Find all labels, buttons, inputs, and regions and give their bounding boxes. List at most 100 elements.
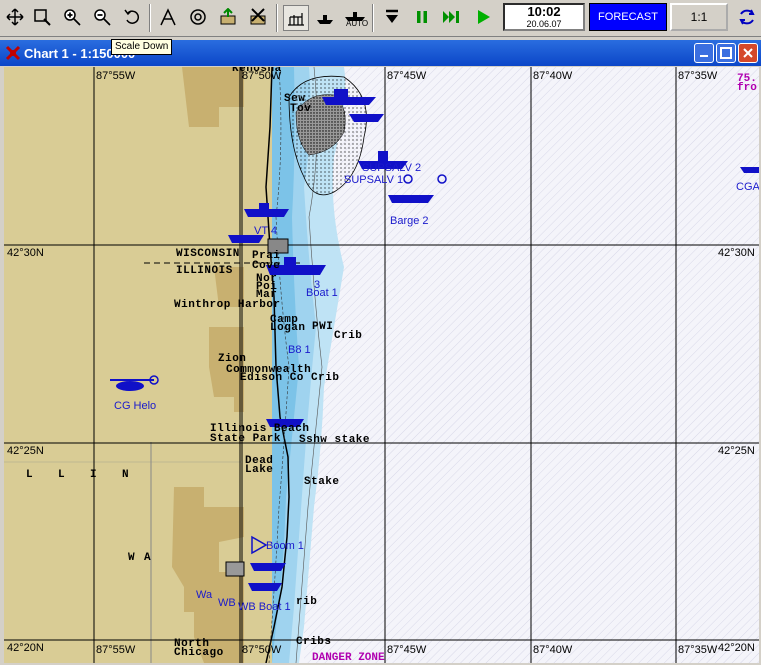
maximize-button[interactable] [716, 43, 736, 63]
sync-icon[interactable] [735, 5, 759, 29]
clock-date: 20.06.07 [526, 19, 562, 29]
place-label: Lake [245, 464, 274, 476]
route-icon[interactable] [156, 5, 180, 29]
unit-label[interactable]: WB Boat 1 [238, 601, 291, 613]
clock-time: 10:02 [527, 4, 561, 19]
barge-icon[interactable] [388, 195, 434, 203]
unit-label[interactable]: WB [218, 597, 236, 609]
lon-label: 87°45W [387, 70, 427, 82]
vessel-icon[interactable] [349, 114, 384, 122]
place-label: Crib [334, 330, 363, 342]
target-icon[interactable] [186, 5, 210, 29]
lon-label: 87°40W [533, 70, 573, 82]
place-label: Sshw stake [299, 434, 371, 446]
toolbar-divider [372, 4, 374, 32]
export-icon[interactable] [216, 5, 240, 29]
scale-ratio-button[interactable]: 1:1 [670, 3, 728, 31]
fast-forward-icon[interactable] [440, 5, 464, 29]
minimize-icon [700, 55, 708, 57]
place-label: Edison Co Crib [240, 372, 340, 384]
forecast-button[interactable]: FORECAST [589, 3, 667, 31]
place-label: Winthrop Harbor [174, 299, 281, 311]
undo-icon[interactable] [120, 5, 144, 29]
unit-label[interactable]: Wa [196, 589, 212, 601]
harbor-structure-icon [225, 561, 245, 577]
place-label: Chicago [174, 647, 224, 659]
minimize-button[interactable] [694, 43, 714, 63]
place-label: L [58, 469, 66, 481]
lon-label: 87°35W [678, 70, 718, 82]
nautical-chart[interactable]: 87°55W 87°50W 87°45W 87°40W 87°35W 87°55… [4, 67, 759, 663]
unit-label[interactable]: SUPSALV 2 [362, 162, 421, 174]
unit-label[interactable]: Boat 1 [306, 287, 338, 299]
place-label: W [128, 552, 136, 564]
place-label: Cribs [296, 636, 332, 648]
place-label: Tov [290, 103, 312, 115]
unit-label[interactable]: SUPSALV 1 [344, 174, 403, 186]
unit-label[interactable]: CG Helo [114, 400, 156, 412]
place-label: N [122, 469, 130, 481]
place-label: rib [296, 596, 318, 608]
unit-label[interactable]: B8 1 [288, 344, 311, 356]
place-label: State Park [210, 433, 282, 445]
clock-display: 10:02 20.06.07 [503, 3, 585, 31]
lat-label: 42°20N [7, 642, 44, 654]
toolbar-divider [149, 4, 151, 32]
place-label: Kenosha [232, 67, 282, 75]
maximize-icon [720, 47, 732, 59]
place-label: A [144, 552, 152, 564]
pause-icon[interactable] [410, 5, 434, 29]
zoom-window-icon[interactable] [30, 5, 54, 29]
annotation-label: fro [737, 82, 757, 94]
stop-icon[interactable] [380, 5, 404, 29]
close-button[interactable] [738, 43, 758, 63]
vessel-icon[interactable] [322, 97, 376, 105]
unit-label[interactable]: CGA [736, 181, 759, 193]
lon-label: 87°40W [533, 644, 573, 656]
vessel-icon[interactable] [248, 583, 282, 591]
vessel-icon[interactable] [259, 203, 269, 209]
close-icon [743, 48, 753, 58]
lat-label: 42°25N [7, 445, 44, 457]
lat-label: 42°30N [7, 247, 44, 259]
vessel-icon[interactable] [250, 563, 286, 571]
vessel-icon[interactable] [284, 257, 296, 265]
lat-label: 42°25N [718, 445, 755, 457]
chart-canvas[interactable] [4, 67, 759, 663]
place-label: L [26, 469, 34, 481]
pan-icon[interactable] [3, 5, 27, 29]
unit-label[interactable]: VT 4 [254, 225, 277, 237]
ship-icon[interactable] [313, 5, 337, 29]
zoom-out-icon[interactable] [90, 5, 114, 29]
tooltip: Scale Down [111, 39, 173, 55]
unit-label[interactable]: Boom 1 [266, 540, 304, 552]
vessel-icon[interactable] [378, 151, 388, 161]
delete-icon[interactable] [246, 5, 270, 29]
toolbar-divider [276, 4, 278, 32]
lon-label: 87°45W [387, 644, 427, 656]
lon-label: 87°50W [242, 644, 282, 656]
vessel-icon[interactable] [244, 209, 289, 217]
place-label: Logan [270, 322, 306, 334]
vessel-icon[interactable] [334, 89, 348, 97]
lat-label: 42°20N [718, 642, 755, 654]
lon-label: 87°55W [96, 644, 136, 656]
play-icon[interactable] [471, 5, 495, 29]
place-label: I [90, 469, 98, 481]
zoom-in-icon[interactable] [60, 5, 84, 29]
main-toolbar: AUTO 10:02 20.06.07 FORECAST 1:1 [0, 0, 761, 37]
lat-label: 42°30N [718, 247, 755, 259]
lon-label: 87°35W [678, 644, 718, 656]
place-label: WISCONSIN [176, 248, 240, 260]
auto-label: AUTO [346, 19, 369, 28]
place-label: Stake [304, 476, 340, 488]
unit-label[interactable]: 3 [314, 279, 320, 291]
danger-zone-label: DANGER ZONE [312, 652, 385, 663]
lon-label: 87°55W [96, 70, 136, 82]
unit-label[interactable]: Barge 2 [390, 215, 429, 227]
place-label: ILLINOIS [176, 265, 233, 277]
harbor-icon[interactable] [283, 5, 309, 31]
chart-window-icon [5, 45, 21, 61]
place-label: Cove [252, 260, 281, 272]
place-label: PWI [312, 321, 334, 333]
